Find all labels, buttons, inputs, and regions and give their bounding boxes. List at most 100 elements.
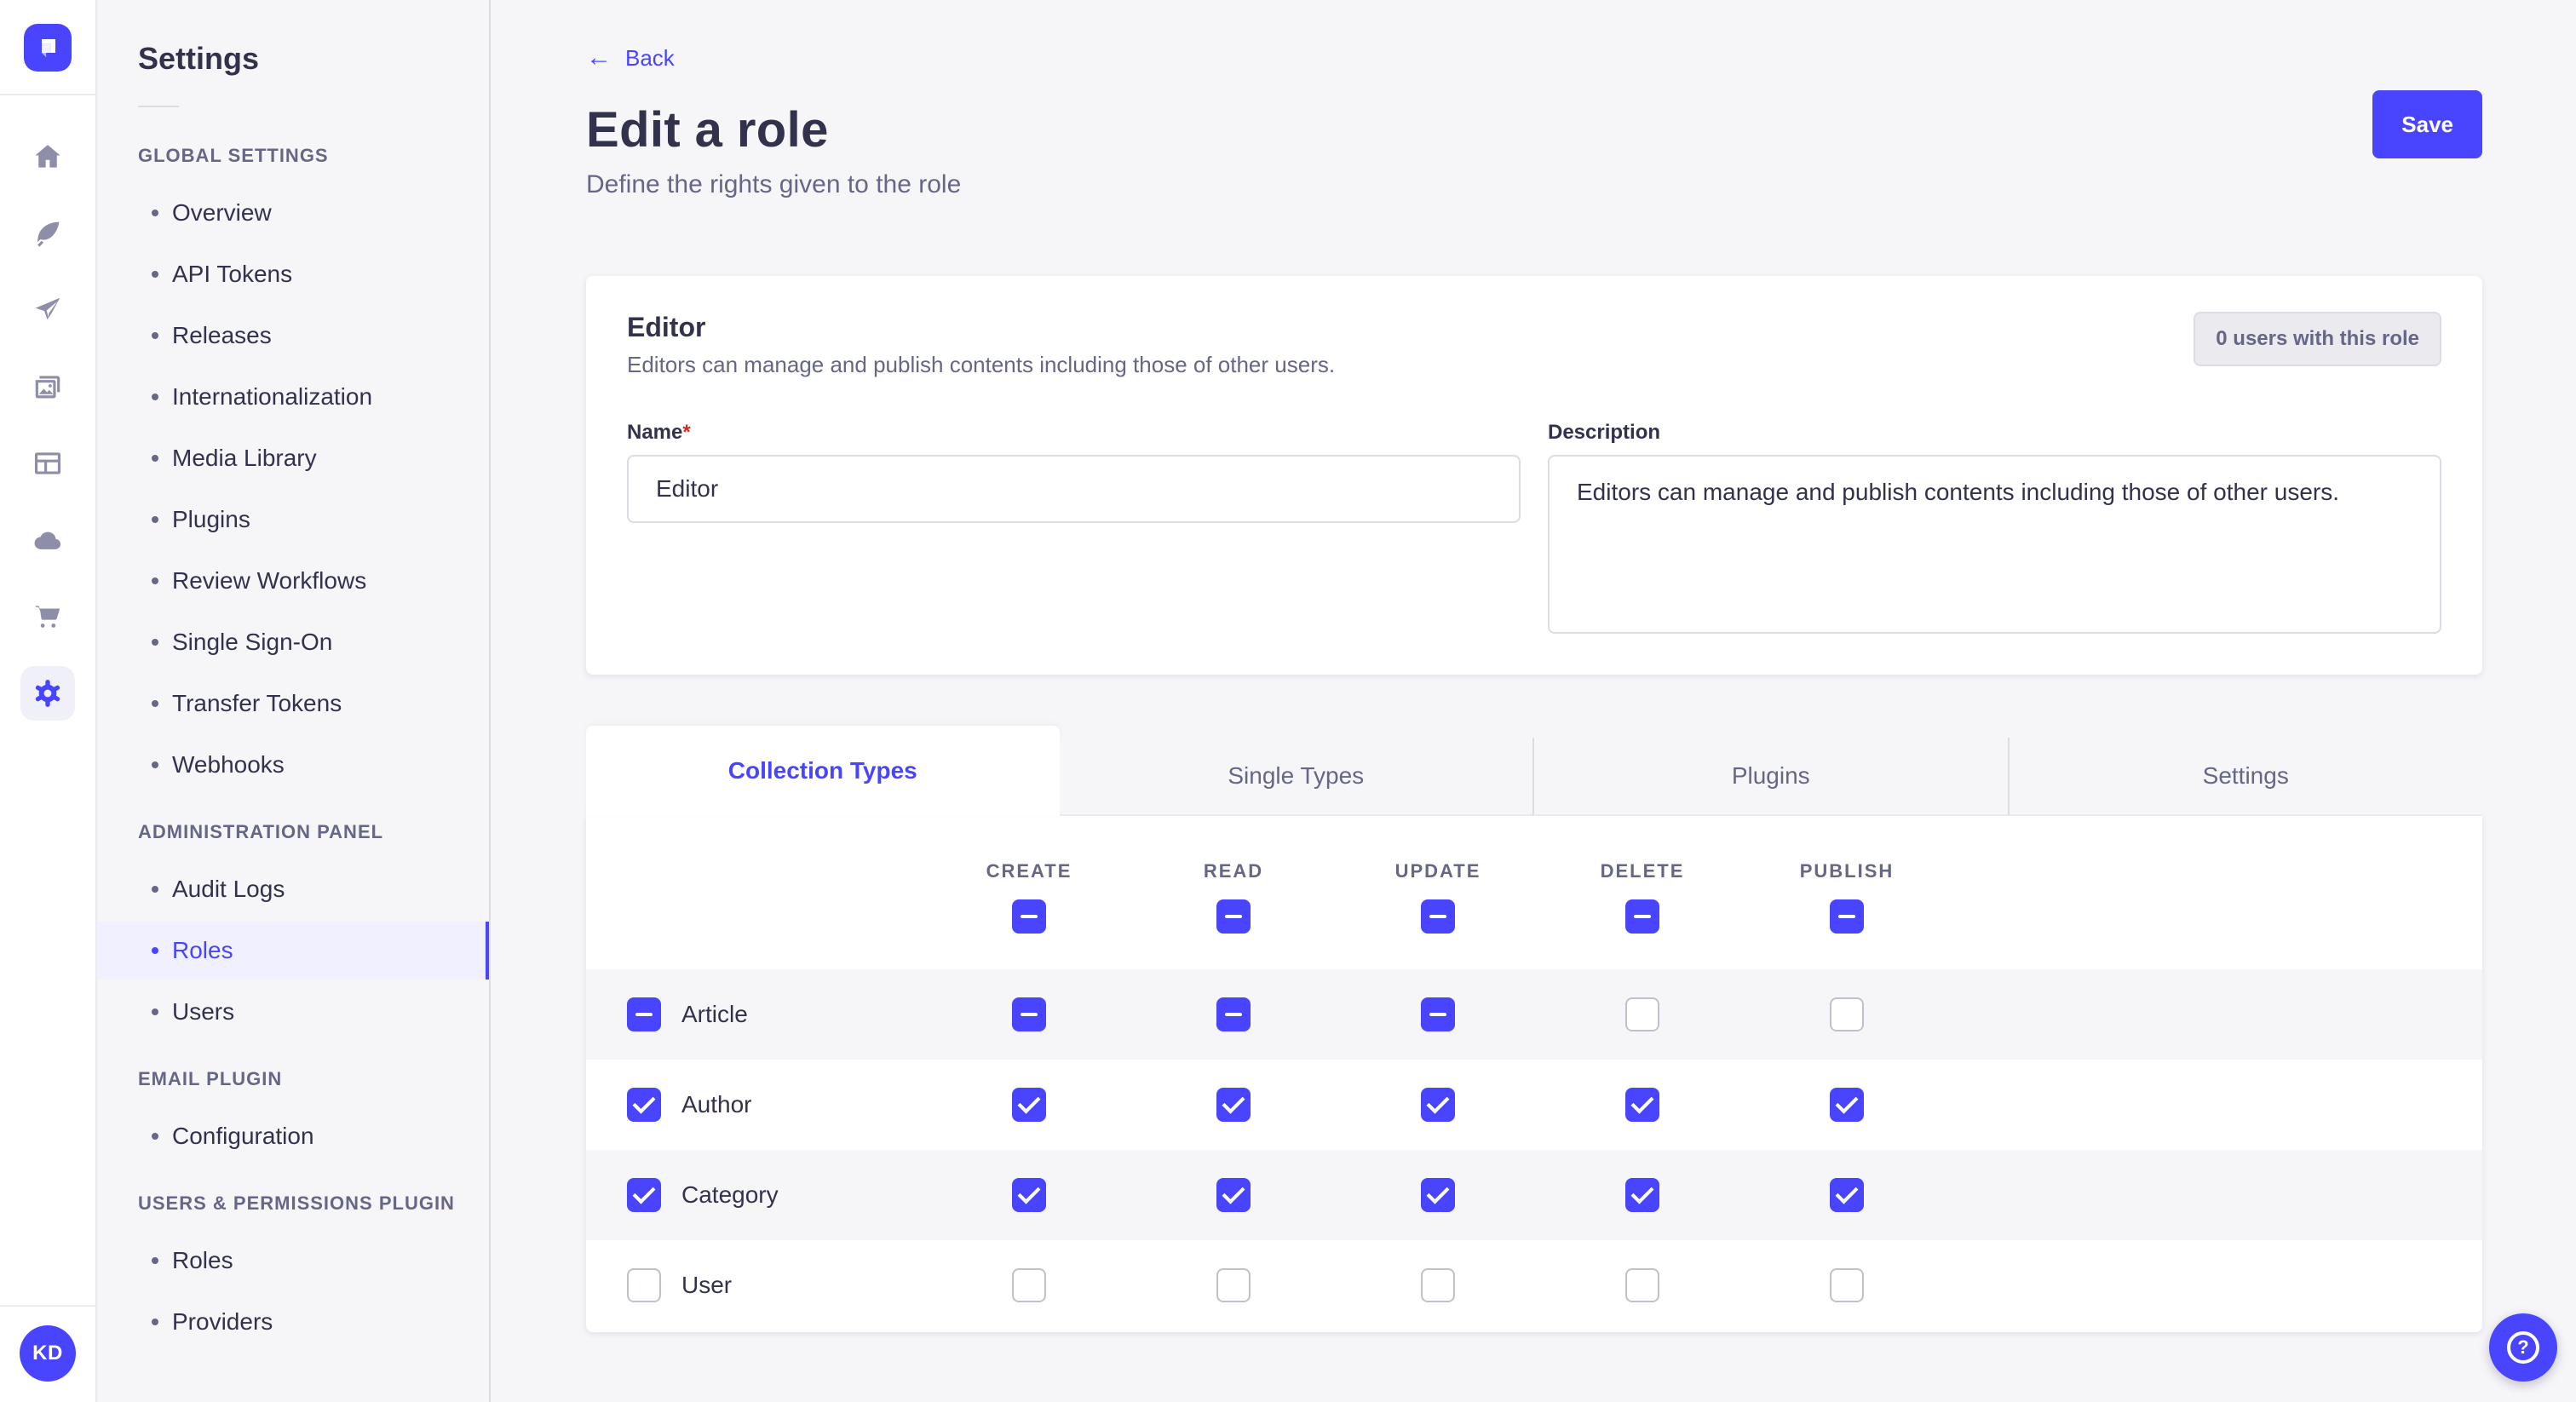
permission-checkbox-article-delete[interactable] <box>1625 997 1659 1031</box>
save-button[interactable]: Save <box>2372 90 2482 158</box>
permission-row-name-cell: Category <box>586 1178 927 1212</box>
permission-checkbox-author-delete[interactable] <box>1625 1088 1659 1122</box>
permission-cell <box>1131 1178 1336 1212</box>
row-select-checkbox[interactable] <box>627 1088 661 1122</box>
bullet-icon <box>152 332 158 339</box>
bullet-icon <box>152 1257 158 1264</box>
permission-checkbox-author-publish[interactable] <box>1830 1088 1864 1122</box>
name-input[interactable] <box>627 455 1521 523</box>
sidebar-item-label: Providers <box>172 1308 273 1336</box>
column-select-all-checkbox[interactable] <box>1421 899 1455 934</box>
cloud-icon[interactable] <box>20 513 75 567</box>
permission-column-label: PUBLISH <box>1800 860 1895 882</box>
sidebar-item-webhooks[interactable]: Webhooks <box>97 736 489 794</box>
paper-plane-icon[interactable] <box>20 283 75 337</box>
sidebar-item-providers[interactable]: Providers <box>97 1293 489 1351</box>
sidebar-item-review-workflows[interactable]: Review Workflows <box>97 552 489 610</box>
sidebar-item-api-tokens[interactable]: API Tokens <box>97 245 489 303</box>
sidebar-item-plugins[interactable]: Plugins <box>97 491 489 549</box>
back-link[interactable]: ← Back <box>586 45 675 72</box>
permission-cell <box>1540 1088 1745 1122</box>
tab-plugins[interactable]: Plugins <box>1532 738 2008 816</box>
strapi-settings-edit-role-page: KD Settings GLOBAL SETTINGS Overview API… <box>0 0 2576 1402</box>
permission-checkbox-author-read[interactable] <box>1216 1088 1251 1122</box>
permissions-panel: CREATE READ UPDATE DELETE PUBLISH Articl… <box>586 816 2482 1332</box>
column-select-all-checkbox[interactable] <box>1830 899 1864 934</box>
sidebar-item-roles[interactable]: Roles <box>97 1232 489 1290</box>
permission-cell <box>927 1178 1131 1212</box>
permission-checkbox-category-update[interactable] <box>1421 1178 1455 1212</box>
row-select-checkbox[interactable] <box>627 997 661 1031</box>
sidebar-section: USERS & PERMISSIONS PLUGIN Roles Provide… <box>97 1192 489 1351</box>
name-label-text: Name <box>627 421 682 444</box>
permission-row-name-cell: Author <box>586 1088 927 1122</box>
strapi-logo-glyph <box>34 34 61 61</box>
role-form-fields: Name* Description Editors can manage and… <box>627 421 2441 641</box>
sidebar-item-single-sign-on[interactable]: Single Sign-On <box>97 613 489 671</box>
back-label: Back <box>625 45 675 72</box>
column-select-all-checkbox[interactable] <box>1625 899 1659 934</box>
sidebar-section-items: Overview API Tokens Releases Internation… <box>97 184 489 794</box>
permission-checkbox-category-publish[interactable] <box>1830 1178 1864 1212</box>
sidebar-item-media-library[interactable]: Media Library <box>97 429 489 487</box>
permission-row-name-cell: User <box>586 1268 927 1302</box>
sidebar-item-configuration[interactable]: Configuration <box>97 1107 489 1165</box>
back-arrow-icon: ← <box>586 45 612 71</box>
rail-icon-list <box>20 95 75 721</box>
sidebar-item-label: Roles <box>172 937 233 964</box>
permission-checkbox-user-delete[interactable] <box>1625 1268 1659 1302</box>
sidebar-section: ADMINISTRATION PANEL Audit Logs Roles Us… <box>97 821 489 1041</box>
question-mark-icon: ? <box>2507 1331 2539 1364</box>
strapi-logo[interactable] <box>24 24 72 72</box>
permission-cell <box>1336 1268 1540 1302</box>
permission-checkbox-article-create[interactable] <box>1012 997 1046 1031</box>
row-select-checkbox[interactable] <box>627 1178 661 1212</box>
tab-label: Settings <box>2203 762 2289 790</box>
sidebar-item-overview[interactable]: Overview <box>97 184 489 242</box>
permission-checkbox-category-read[interactable] <box>1216 1178 1251 1212</box>
tab-collection-types[interactable]: Collection Types <box>586 726 1060 816</box>
tab-label: Plugins <box>1732 762 1810 790</box>
tab-label: Single Types <box>1228 762 1364 790</box>
page-subtitle: Define the rights given to the role <box>586 170 2482 199</box>
sidebar-title-divider <box>138 106 179 107</box>
sidebar-item-internationalization[interactable]: Internationalization <box>97 368 489 426</box>
avatar[interactable]: KD <box>20 1325 76 1382</box>
permission-checkbox-article-publish[interactable] <box>1830 997 1864 1031</box>
permission-checkbox-category-create[interactable] <box>1012 1178 1046 1212</box>
users-with-role-badge[interactable]: 0 users with this role <box>2194 312 2441 366</box>
permission-checkbox-author-update[interactable] <box>1421 1088 1455 1122</box>
permissions-header-row: CREATE READ UPDATE DELETE PUBLISH <box>586 816 2482 969</box>
description-textarea[interactable]: Editors can manage and publish contents … <box>1548 455 2441 634</box>
tab-settings[interactable]: Settings <box>2008 738 2483 816</box>
role-description-text: Editors can manage and publish contents … <box>627 352 1335 378</box>
row-select-checkbox[interactable] <box>627 1268 661 1302</box>
settings-gear-icon[interactable] <box>20 666 75 721</box>
sidebar-item-releases[interactable]: Releases <box>97 307 489 365</box>
permission-checkbox-user-publish[interactable] <box>1830 1268 1864 1302</box>
permission-cell <box>1540 1268 1745 1302</box>
permission-checkbox-article-update[interactable] <box>1421 997 1455 1031</box>
cart-icon[interactable] <box>20 589 75 644</box>
permission-checkbox-category-delete[interactable] <box>1625 1178 1659 1212</box>
feather-icon[interactable] <box>20 206 75 261</box>
home-icon[interactable] <box>20 129 75 184</box>
page-header: ← Back Edit a role Define the rights giv… <box>586 41 2482 199</box>
layout-icon[interactable] <box>20 436 75 491</box>
sidebar-item-audit-logs[interactable]: Audit Logs <box>97 860 489 918</box>
media-library-icon[interactable] <box>20 359 75 414</box>
sidebar-section-label: EMAIL PLUGIN <box>97 1068 489 1107</box>
permission-checkbox-user-update[interactable] <box>1421 1268 1455 1302</box>
permission-checkbox-article-read[interactable] <box>1216 997 1251 1031</box>
sidebar-section-label: USERS & PERMISSIONS PLUGIN <box>97 1192 489 1232</box>
sidebar-item-roles[interactable]: Roles <box>97 922 489 980</box>
permission-checkbox-author-create[interactable] <box>1012 1088 1046 1122</box>
column-select-all-checkbox[interactable] <box>1216 899 1251 934</box>
permission-checkbox-user-read[interactable] <box>1216 1268 1251 1302</box>
permission-checkbox-user-create[interactable] <box>1012 1268 1046 1302</box>
column-select-all-checkbox[interactable] <box>1012 899 1046 934</box>
sidebar-item-transfer-tokens[interactable]: Transfer Tokens <box>97 675 489 733</box>
sidebar-item-users[interactable]: Users <box>97 983 489 1041</box>
tab-single-types[interactable]: Single Types <box>1060 738 1533 816</box>
help-button[interactable]: ? <box>2489 1313 2557 1382</box>
